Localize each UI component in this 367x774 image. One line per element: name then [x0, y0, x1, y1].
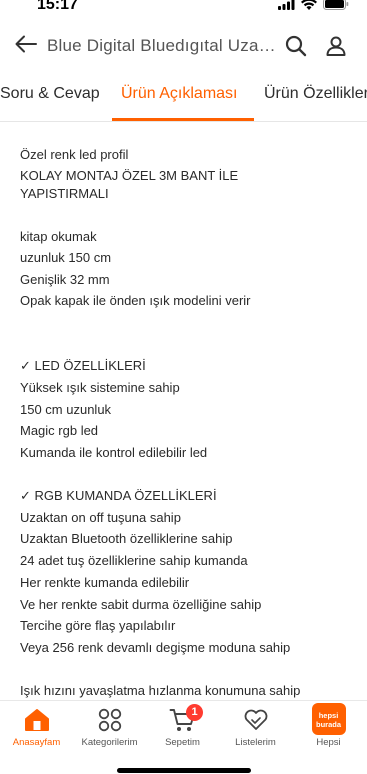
account-button[interactable]	[324, 34, 348, 58]
nav-label: Hepsi	[316, 737, 341, 748]
description-line: Kumanda ile kontrol edilebilir led	[20, 445, 208, 460]
description-line: kitap okumak	[20, 229, 97, 244]
wifi-icon	[301, 0, 317, 15]
tab-soru-cevap[interactable]: Soru & Cevap	[0, 76, 100, 121]
cart-count-badge: 1	[186, 704, 203, 721]
back-arrow-icon	[15, 35, 37, 58]
tab-urun-ozellikleri[interactable]: Ürün Özellikleri	[264, 76, 367, 121]
nav-label: Listelerim	[235, 737, 276, 748]
description-line: Uzaktan on off tuşuna sahip	[20, 510, 181, 525]
description-line: Uzaktan Bluetooth özelliklerine sahip	[20, 531, 233, 546]
categories-icon	[96, 707, 124, 733]
tab-bar: Soru & Cevap Ürün Açıklaması Ürün Özelli…	[0, 76, 367, 122]
nav-label: Kategorilerim	[81, 737, 138, 748]
user-icon	[324, 36, 348, 62]
nav-listelerim[interactable]: Listelerim	[219, 701, 292, 753]
battery-icon	[323, 0, 349, 15]
nav-hepsi[interactable]: hepsi burada Hepsi	[292, 701, 365, 753]
status-time: 15:17	[37, 0, 78, 13]
page-title: Blue Digital Bluedıgıtal Uzaktan Kumanda…	[47, 36, 277, 55]
search-icon	[284, 35, 308, 62]
bottom-navigation: Anasayfam Kategorilerim 1 Sepetim Listel…	[0, 700, 367, 774]
description-line: YAPISTIRMALI	[20, 186, 109, 201]
description-line: Genişlik 32 mm	[20, 272, 110, 287]
tab-urun-aciklamasi[interactable]: Ürün Açıklaması	[121, 76, 237, 121]
section-heading: ✓ RGB KUMANDA ÖZELLİKLERİ	[20, 488, 217, 503]
heart-list-icon	[242, 707, 270, 733]
home-icon	[23, 707, 51, 733]
status-bar: 15:17	[0, 0, 367, 18]
description-line: Tercihe göre flaş yapılabılır	[20, 618, 176, 633]
description-line: Ve her renkte sabit durma özelliğine sah…	[20, 597, 262, 612]
status-icons	[278, 0, 349, 15]
description-line: uzunluk 150 cm	[20, 250, 112, 265]
app-header: Blue Digital Bluedıgıtal Uzaktan Kumanda…	[0, 26, 367, 66]
description-line: 24 adet tuş özelliklerine sahip kumanda	[20, 553, 248, 568]
description-line: 150 cm uzunluk	[20, 402, 112, 417]
description-line: Işık hızını yavaşlatma hızlanma konumuna…	[20, 683, 301, 698]
description-line: KOLAY MONTAJ ÖZEL 3M BANT İLE	[20, 168, 239, 183]
description-line: Veya 256 renk devamlı degişme moduna sah…	[20, 640, 291, 655]
section-heading: ✓ LED ÖZELLİKLERİ	[20, 358, 146, 373]
back-button[interactable]	[12, 34, 40, 58]
nav-kategorilerim[interactable]: Kategorilerim	[73, 701, 146, 753]
active-tab-indicator	[112, 118, 254, 121]
hepsiburada-logo-icon: hepsi burada	[311, 703, 346, 735]
signal-icon	[278, 0, 295, 15]
home-indicator	[117, 768, 251, 773]
description-line: Özel renk led profil	[20, 147, 129, 162]
description-line: Magic rgb led	[20, 423, 99, 438]
nav-label: Anasayfam	[12, 737, 61, 748]
description-line: Yüksek ışık sistemine sahip	[20, 380, 180, 395]
description-line: Her renkte kumanda edilebilir	[20, 575, 190, 590]
nav-sepetim[interactable]: 1 Sepetim	[146, 701, 219, 753]
nav-anasayfam[interactable]: Anasayfam	[0, 701, 73, 753]
nav-label: Sepetim	[165, 737, 200, 748]
search-button[interactable]	[284, 34, 308, 58]
description-line: Opak kapak ile önden ışık modelini verir	[20, 293, 251, 308]
